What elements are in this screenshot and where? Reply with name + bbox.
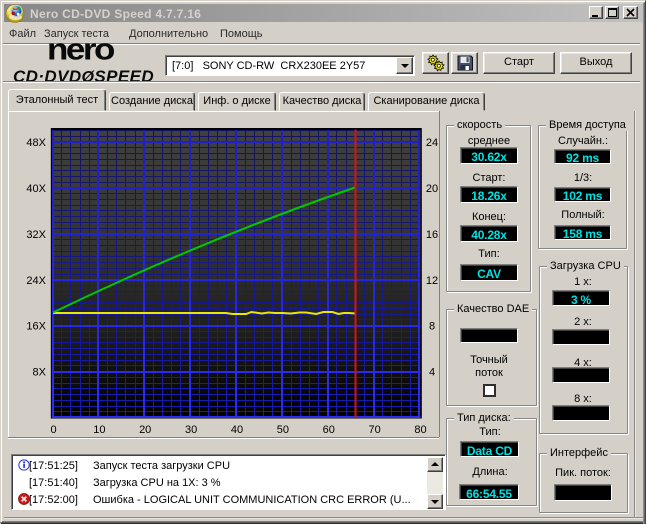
svg-text:40: 40 <box>231 424 243 436</box>
svg-text:0: 0 <box>50 424 56 436</box>
svg-text:12: 12 <box>426 275 438 287</box>
svg-text:20: 20 <box>139 424 151 436</box>
svg-text:10: 10 <box>93 424 105 436</box>
svg-text:8X: 8X <box>33 367 47 379</box>
svg-text:40X: 40X <box>26 183 46 195</box>
svg-text:60: 60 <box>323 424 335 436</box>
svg-text:50: 50 <box>277 424 289 436</box>
svg-text:32X: 32X <box>26 229 46 241</box>
svg-text:16X: 16X <box>26 321 46 333</box>
svg-text:48X: 48X <box>26 137 46 149</box>
svg-text:24X: 24X <box>26 275 46 287</box>
svg-text:16: 16 <box>426 229 438 241</box>
svg-text:4: 4 <box>429 367 435 379</box>
svg-text:70: 70 <box>368 424 380 436</box>
svg-text:20: 20 <box>426 183 438 195</box>
svg-text:80: 80 <box>414 424 426 436</box>
svg-text:30: 30 <box>185 424 197 436</box>
svg-text:24: 24 <box>426 137 438 149</box>
svg-text:8: 8 <box>429 321 435 333</box>
